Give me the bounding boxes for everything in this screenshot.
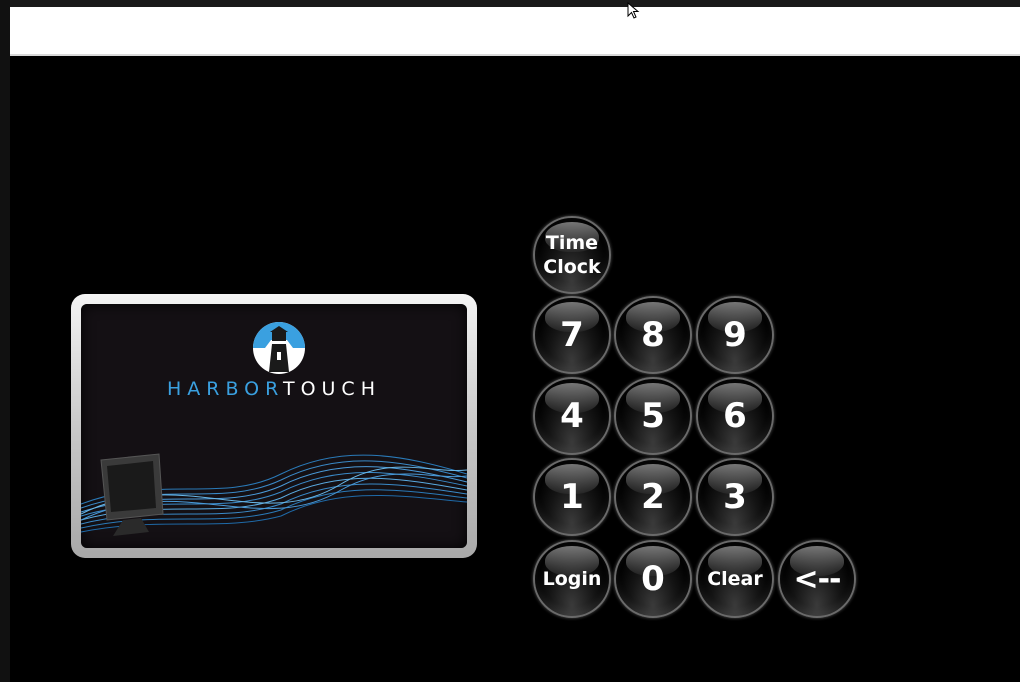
key-2-label: 2 <box>641 477 665 517</box>
lighthouse-icon <box>253 322 305 374</box>
key-8-button[interactable]: 8 <box>614 296 692 374</box>
key-4-button[interactable]: 4 <box>533 377 611 455</box>
key-4-label: 4 <box>560 396 584 436</box>
key-6-button[interactable]: 6 <box>696 377 774 455</box>
screen-left-edge <box>0 0 10 682</box>
key-0-button[interactable]: 0 <box>614 540 692 618</box>
time-clock-label-line1: Time <box>545 232 599 254</box>
top-bar <box>10 7 1020 56</box>
brand-wordmark-harbor: HARBOR <box>167 378 283 400</box>
login-button[interactable]: Login <box>533 540 611 618</box>
key-9-button[interactable]: 9 <box>696 296 774 374</box>
key-5-label: 5 <box>641 396 665 436</box>
clear-label: Clear <box>707 568 763 590</box>
key-7-button[interactable]: 7 <box>533 296 611 374</box>
key-1-label: 1 <box>560 477 584 517</box>
key-5-button[interactable]: 5 <box>614 377 692 455</box>
key-3-button[interactable]: 3 <box>696 458 774 536</box>
key-7-label: 7 <box>560 315 584 355</box>
key-6-label: 6 <box>723 396 747 436</box>
brand-logo-panel: HARBORTOUCH <box>81 304 467 548</box>
time-clock-label-line2: Clock <box>543 256 601 278</box>
mouse-pointer-icon <box>627 2 640 19</box>
backspace-label: <-- <box>793 561 841 597</box>
clear-button[interactable]: Clear <box>696 540 774 618</box>
key-8-label: 8 <box>641 315 665 355</box>
time-clock-button[interactable]: Time Clock <box>533 216 611 294</box>
brand-logo-card: HARBORTOUCH <box>71 294 477 558</box>
backspace-button[interactable]: <-- <box>778 540 856 618</box>
pos-terminal-icon <box>100 453 164 536</box>
login-label: Login <box>542 568 602 590</box>
key-1-button[interactable]: 1 <box>533 458 611 536</box>
key-2-button[interactable]: 2 <box>614 458 692 536</box>
key-0-label: 0 <box>641 559 665 599</box>
brand-wordmark: HARBORTOUCH <box>81 378 467 400</box>
screen-top-border <box>0 0 1020 7</box>
key-9-label: 9 <box>723 315 747 355</box>
key-3-label: 3 <box>723 477 747 517</box>
brand-wordmark-touch: TOUCH <box>282 378 381 400</box>
